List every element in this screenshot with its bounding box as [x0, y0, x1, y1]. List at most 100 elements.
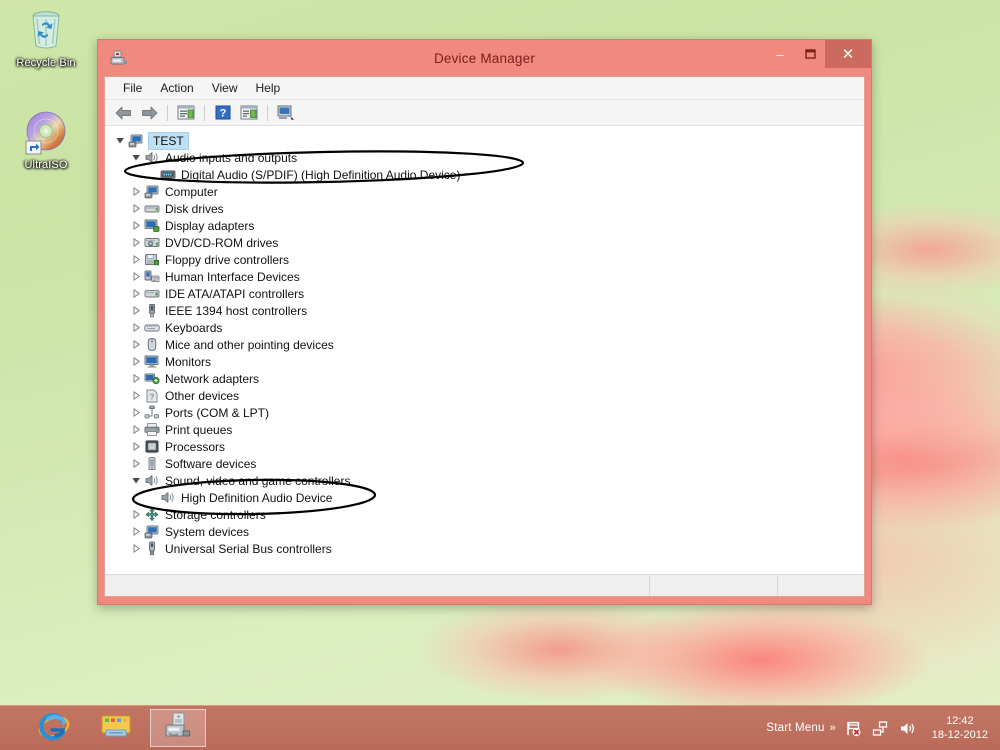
chevron-right-icon[interactable] [129, 251, 143, 268]
taskbar-device-manager[interactable] [150, 709, 206, 747]
list-view-icon[interactable] [237, 102, 261, 124]
window-client-area: File Action View Help ? TEST Audio input… [104, 76, 865, 597]
desktop-icon-ultraiso[interactable]: UltraISO [8, 108, 84, 172]
window-titlebar[interactable]: Device Manager – ✕ [98, 40, 871, 76]
tree-node[interactable]: IDE ATA/ATAPI controllers [113, 285, 864, 302]
tree-node[interactable]: Floppy drive controllers [113, 251, 864, 268]
port-icon [143, 405, 161, 421]
tree-node[interactable]: System devices [113, 523, 864, 540]
chevron-right-icon[interactable] [129, 217, 143, 234]
chevron-right-icon[interactable] [129, 234, 143, 251]
tree-node[interactable]: High Definition Audio Device [113, 489, 864, 506]
chevron-right-icon[interactable] [129, 438, 143, 455]
action-center-flag-icon[interactable] [845, 719, 863, 737]
tree-node[interactable]: Keyboards [113, 319, 864, 336]
back-arrow-icon[interactable] [111, 102, 135, 124]
chevron-right-icon[interactable] [129, 353, 143, 370]
desktop[interactable]: Recycle Bin UltraISO Device Manager – ✕ … [0, 0, 1000, 750]
tree-node[interactable]: Software devices [113, 455, 864, 472]
chevron-right-icon[interactable] [129, 370, 143, 387]
tree-node[interactable]: ? Other devices [113, 387, 864, 404]
file-explorer-icon [100, 712, 132, 745]
question-mark-icon[interactable]: ? [211, 102, 235, 124]
tree-node[interactable]: Network adapters [113, 370, 864, 387]
tree-node[interactable]: Storage controllers [113, 506, 864, 523]
tree-node[interactable]: IEEE 1394 host controllers [113, 302, 864, 319]
taskbar-file-explorer[interactable] [88, 709, 144, 747]
tree-node-label: High Definition Audio Device [181, 490, 333, 505]
system-tray[interactable]: Start Menu » 12:42 18-12-2012 [766, 714, 1000, 742]
chevron-right-icon[interactable] [129, 336, 143, 353]
tree-node[interactable]: Human Interface Devices [113, 268, 864, 285]
chevron-right-icon[interactable] [129, 302, 143, 319]
taskbar-internet-explorer[interactable] [26, 709, 82, 747]
tree-node-label: Digital Audio (S/PDIF) (High Definition … [181, 167, 461, 182]
tree-node-label: Human Interface Devices [165, 269, 300, 284]
tree-node[interactable]: Computer [113, 183, 864, 200]
menu-view[interactable]: View [203, 79, 247, 97]
chevron-down-icon[interactable] [129, 472, 143, 489]
chevron-right-icon[interactable] [129, 421, 143, 438]
tree-node[interactable]: Audio inputs and outputs [113, 149, 864, 166]
chevron-right-icon[interactable] [129, 268, 143, 285]
device-manager-window[interactable]: Device Manager – ✕ File Action View Help [97, 39, 872, 605]
toolbar[interactable]: ? [105, 100, 864, 126]
taskbar-clock[interactable]: 12:42 18-12-2012 [926, 714, 988, 742]
chevron-right-icon[interactable] [129, 540, 143, 557]
chevron-right-icon[interactable] [129, 319, 143, 336]
tree-node[interactable]: Disk drives [113, 200, 864, 217]
tree-node[interactable]: DVD/CD-ROM drives [113, 234, 864, 251]
chevron-right-icon[interactable] [129, 404, 143, 421]
chevron-right-icon[interactable] [129, 506, 143, 523]
taskbar[interactable]: Start Menu » 12:42 18-12-2012 [0, 705, 1000, 750]
computer-icon [127, 133, 145, 149]
chevron-right-icon[interactable] [129, 200, 143, 217]
scan-hardware-icon[interactable] [274, 102, 298, 124]
tree-node[interactable]: Print queues [113, 421, 864, 438]
clock-date: 18-12-2012 [931, 729, 988, 741]
desktop-icon-recycle-bin[interactable]: Recycle Bin [8, 6, 84, 70]
tree-node[interactable]: Ports (COM & LPT) [113, 404, 864, 421]
computer-icon [143, 184, 161, 200]
forward-arrow-icon[interactable] [137, 102, 161, 124]
tree-node[interactable]: Mice and other pointing devices [113, 336, 864, 353]
tree-node[interactable]: Display adapters [113, 217, 864, 234]
tree-node-label: Computer [165, 184, 218, 199]
chevron-right-icon[interactable] [129, 523, 143, 540]
tree-node[interactable]: TEST [113, 131, 864, 150]
close-button[interactable]: ✕ [825, 40, 871, 68]
tree-node[interactable]: Sound, video and game controllers [113, 472, 864, 489]
chevron-right-icon[interactable] [129, 183, 143, 200]
start-menu-label[interactable]: Start Menu [766, 722, 824, 734]
device-manager-icon [163, 711, 193, 746]
window-controls[interactable]: – ✕ [765, 40, 871, 68]
chevron-down-icon[interactable] [129, 149, 143, 166]
chevron-right-icon[interactable] [129, 387, 143, 404]
taskbar-items[interactable] [0, 709, 206, 747]
maximize-button[interactable] [795, 40, 825, 68]
chevron-right-icon[interactable] [129, 285, 143, 302]
minimize-button[interactable]: – [765, 40, 795, 68]
menu-action[interactable]: Action [151, 79, 202, 97]
chevron-right-icon[interactable] [129, 455, 143, 472]
tree-node[interactable]: Digital Audio (S/PDIF) (High Definition … [113, 166, 864, 183]
tree-node[interactable]: Monitors [113, 353, 864, 370]
tree-node-label: Print queues [165, 422, 233, 437]
display-icon [143, 218, 161, 234]
tree-node[interactable]: Universal Serial Bus controllers [113, 540, 864, 557]
properties-icon[interactable] [174, 102, 198, 124]
menu-file[interactable]: File [114, 79, 151, 97]
tray-overflow-chevron-icon[interactable]: » [830, 722, 836, 734]
statusbar-pane-2 [650, 575, 778, 596]
tree-node[interactable]: Processors [113, 438, 864, 455]
tree-node-label: System devices [165, 524, 250, 539]
tree-node-label: IEEE 1394 host controllers [165, 303, 308, 318]
menu-help[interactable]: Help [247, 79, 290, 97]
volume-icon[interactable] [899, 719, 917, 737]
network-icon[interactable] [872, 719, 890, 737]
desktop-icon-label: Recycle Bin [16, 57, 76, 69]
statusbar [105, 574, 864, 596]
device-tree[interactable]: TEST Audio inputs and outputs Digital Audi… [105, 126, 864, 574]
chevron-down-icon[interactable] [113, 132, 127, 149]
menubar[interactable]: File Action View Help [105, 77, 864, 100]
